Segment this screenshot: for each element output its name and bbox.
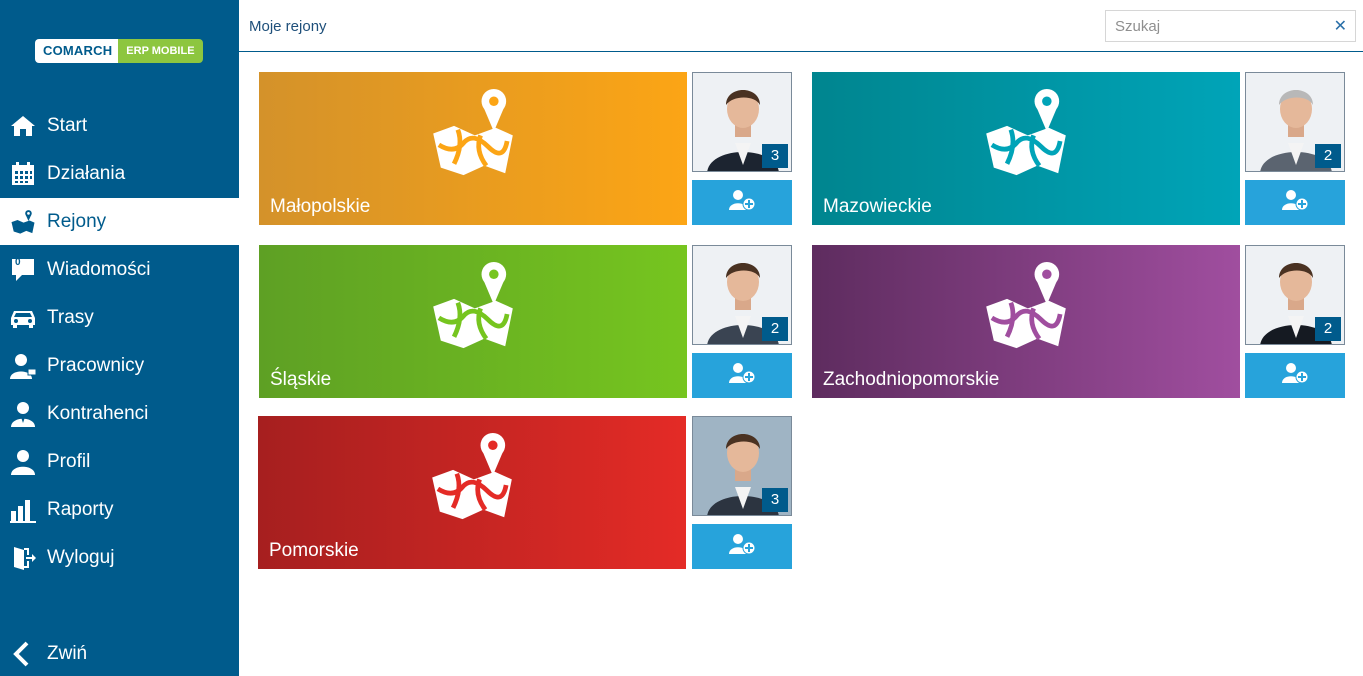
logo-comarch-text: COMARCH xyxy=(35,39,119,63)
sidebar: COMARCH ERP MOBILE Start Działania Rejon… xyxy=(0,0,239,676)
map-icon xyxy=(978,88,1074,183)
nav-item-wyloguj[interactable]: Wyloguj xyxy=(0,537,239,579)
message-count-badge: 0 xyxy=(15,257,21,268)
close-icon[interactable]: ✕ xyxy=(1334,16,1347,36)
map-icon xyxy=(9,208,37,236)
add-user-icon xyxy=(728,533,756,560)
nav-item-label: Profil xyxy=(47,451,91,472)
bar-chart-icon xyxy=(9,496,37,524)
employee-photo[interactable]: 2 xyxy=(1245,72,1345,172)
region-tile-slaskie[interactable]: Śląskie xyxy=(259,245,687,398)
nav-item-label: Rejony xyxy=(47,210,107,232)
add-employee-button[interactable] xyxy=(692,524,792,569)
employee-count-badge: 3 xyxy=(762,488,788,512)
contractor-icon xyxy=(9,400,37,428)
nav-item-profil[interactable]: Profil xyxy=(0,441,239,483)
add-employee-button[interactable] xyxy=(1245,353,1345,398)
nav-item-label: Kontrahenci xyxy=(47,403,149,424)
nav-item-label: Start xyxy=(47,115,88,136)
nav-item-label: Trasy xyxy=(47,307,94,328)
nav-item-label: Pracownicy xyxy=(47,355,145,376)
chevron-left-icon xyxy=(9,640,37,668)
nav-item-wiadomosci[interactable]: 0 Wiadomości xyxy=(0,249,239,291)
nav-item-kontrahenci[interactable]: Kontrahenci xyxy=(0,393,239,435)
nav-item-start[interactable]: Start xyxy=(0,105,239,147)
nav-item-label: Wyloguj xyxy=(47,547,115,568)
region-name: Zachodniopomorskie xyxy=(823,369,1000,390)
add-user-icon xyxy=(1281,189,1309,216)
region-tile-malopolskie[interactable]: Małopolskie xyxy=(259,72,687,225)
employee-count-badge: 2 xyxy=(762,317,788,341)
nav-item-label: Wiadomości xyxy=(47,259,151,280)
employee-icon xyxy=(9,352,37,380)
nav-item-raporty[interactable]: Raporty xyxy=(0,489,239,531)
nav-item-label: Działania xyxy=(47,163,126,184)
map-icon xyxy=(424,432,520,527)
employee-photo[interactable]: 2 xyxy=(692,245,792,345)
region-name: Śląskie xyxy=(270,369,332,390)
nav-item-pracownicy[interactable]: Pracownicy xyxy=(0,345,239,387)
message-icon: 0 xyxy=(9,256,37,284)
nav-item-dzialania[interactable]: Działania xyxy=(0,153,239,195)
header-bar: Moje rejony ✕ xyxy=(239,0,1363,52)
employee-count-badge: 2 xyxy=(1315,317,1341,341)
add-employee-button[interactable] xyxy=(692,353,792,398)
region-name: Mazowieckie xyxy=(823,196,932,217)
map-icon xyxy=(425,88,521,183)
calendar-icon xyxy=(9,160,37,188)
add-user-icon xyxy=(1281,362,1309,389)
employee-photo[interactable]: 3 xyxy=(692,72,792,172)
employee-count-badge: 3 xyxy=(762,144,788,168)
nav-item-label: Zwiń xyxy=(47,643,88,664)
nav-item-rejony[interactable]: Rejony xyxy=(0,198,239,245)
logout-icon xyxy=(9,544,37,572)
add-user-icon xyxy=(728,189,756,216)
region-tile-zachodniopomorskie[interactable]: Zachodniopomorskie xyxy=(812,245,1240,398)
region-tile-pomorskie[interactable]: Pomorskie xyxy=(258,416,686,569)
nav-item-label: Raporty xyxy=(47,499,114,520)
region-name: Pomorskie xyxy=(269,540,359,561)
region-tile-mazowieckie[interactable]: Mazowieckie xyxy=(812,72,1240,225)
map-icon xyxy=(978,261,1074,356)
logo-erp-mobile-text: ERP MOBILE xyxy=(118,39,203,63)
add-user-icon xyxy=(728,362,756,389)
car-icon xyxy=(9,304,37,332)
search-box: ✕ xyxy=(1105,10,1356,42)
employee-photo[interactable]: 2 xyxy=(1245,245,1345,345)
add-employee-button[interactable] xyxy=(1245,180,1345,225)
home-icon xyxy=(9,112,37,140)
region-name: Małopolskie xyxy=(270,196,371,217)
employee-count-badge: 2 xyxy=(1315,144,1341,168)
nav-item-trasy[interactable]: Trasy xyxy=(0,297,239,339)
map-icon xyxy=(425,261,521,356)
collapse-sidebar-button[interactable]: Zwiń xyxy=(0,633,239,675)
page-title: Moje rejony xyxy=(249,18,327,35)
employee-photo[interactable]: 3 xyxy=(692,416,792,516)
search-input[interactable] xyxy=(1106,11,1316,41)
profile-icon xyxy=(9,448,37,476)
add-employee-button[interactable] xyxy=(692,180,792,225)
comarch-logo: COMARCH ERP MOBILE xyxy=(35,39,203,63)
